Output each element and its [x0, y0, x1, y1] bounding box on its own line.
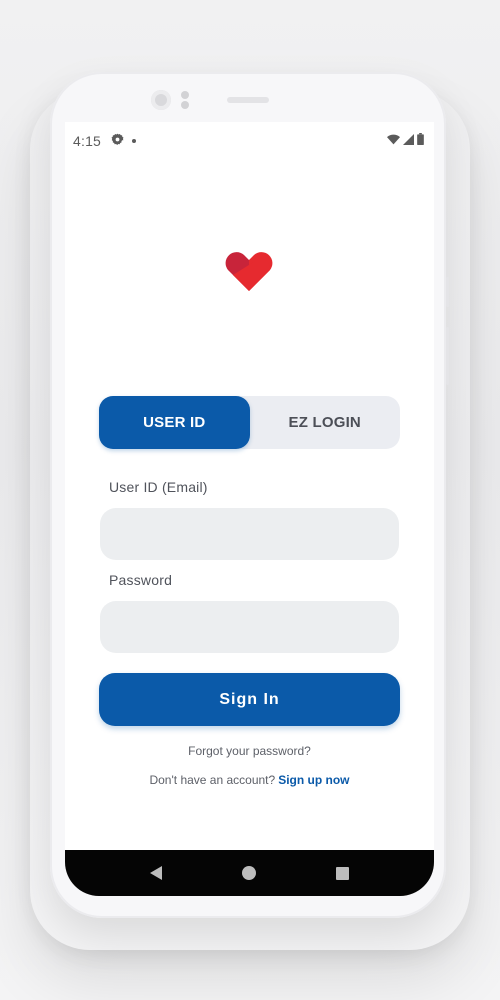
sign-up-link[interactable]: Sign up now: [278, 773, 349, 787]
user-id-field[interactable]: [100, 508, 399, 560]
battery-icon: [417, 133, 424, 149]
status-time: 4:15: [73, 133, 102, 149]
tab-user-id[interactable]: USER ID: [99, 396, 250, 449]
system-nav-bar: [65, 850, 434, 896]
home-icon[interactable]: [242, 866, 256, 880]
phone-frame: 4:15 USER ID EZ LOGIN User ID (Email) Pa…: [50, 72, 449, 918]
earpiece-speaker: [227, 97, 269, 103]
back-icon[interactable]: [150, 866, 162, 880]
status-bar: 4:15: [65, 122, 434, 160]
settings-icon: [111, 133, 124, 149]
volume-button: [446, 327, 449, 385]
forgot-password-link[interactable]: Forgot your password?: [65, 744, 434, 758]
status-icons: [387, 133, 424, 149]
signup-prompt: Don't have an account?: [149, 773, 276, 787]
notification-dot-icon: [132, 139, 137, 143]
sensors: [181, 91, 189, 109]
password-field[interactable]: [100, 601, 399, 653]
heart-logo-icon: [220, 250, 278, 294]
power-button: [446, 277, 449, 307]
tab-ez-login[interactable]: EZ LOGIN: [250, 396, 401, 449]
login-mode-toggle: USER ID EZ LOGIN: [99, 396, 400, 449]
user-id-label: User ID (Email): [109, 479, 208, 495]
sign-in-button[interactable]: Sign In: [99, 673, 400, 726]
app-screen: 4:15 USER ID EZ LOGIN User ID (Email) Pa…: [65, 122, 434, 896]
password-label: Password: [109, 572, 173, 588]
front-camera: [151, 90, 171, 110]
wifi-icon: [387, 134, 400, 149]
signup-row: Don't have an account? Sign up now: [65, 773, 434, 787]
recent-apps-icon[interactable]: [336, 866, 349, 880]
signal-icon: [403, 133, 414, 149]
